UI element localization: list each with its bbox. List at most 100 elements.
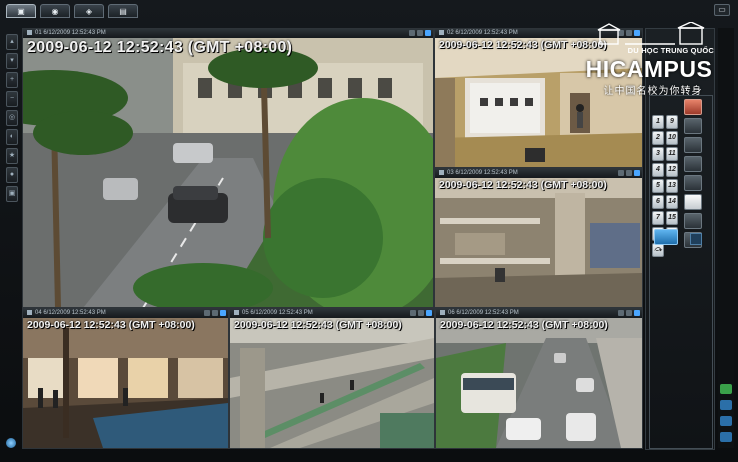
channel-button[interactable]: 7 (652, 211, 664, 225)
record-icon[interactable] (618, 170, 624, 176)
monitor-icon: ▣ (17, 6, 25, 16)
channel-button[interactable]: 1 (652, 115, 664, 129)
minimize-button[interactable]: ▭ (714, 4, 730, 16)
left-toolbar: ▴ ▾ + − ◎ ◐ ★ ● ▣ (6, 34, 18, 202)
channel-button[interactable]: 4 (652, 163, 664, 177)
camera-icon (27, 29, 32, 35)
record-icon[interactable] (409, 30, 415, 36)
atrium-scene (435, 178, 642, 307)
camera-tile-4[interactable]: 04 6/12/2009 12:52:43 PM 2009-06-12 12:5… (22, 308, 229, 449)
record-icon[interactable] (204, 310, 210, 316)
channel-button[interactable]: 10 (666, 131, 678, 145)
record-icon[interactable] (618, 310, 624, 316)
layout-4x4-button[interactable] (684, 213, 702, 229)
camera-title-bar: 06 6/12/2009 12:52:43 PM (436, 309, 642, 318)
camera-bar-label: 04 6/12/2009 12:52:43 PM (35, 310, 106, 316)
osd-timestamp: 2009-06-12 12:52:43 (GMT +08:00) (440, 319, 608, 331)
maximize-icon[interactable] (220, 310, 226, 316)
cycle-view-button[interactable] (654, 229, 678, 245)
network-icon[interactable] (720, 400, 732, 410)
channel-button[interactable]: 5 (652, 179, 664, 193)
tab-config[interactable]: ◈ (74, 4, 104, 18)
camera-bar-label: 05 6/12/2009 12:52:43 PM (242, 310, 313, 316)
help-icon[interactable] (720, 432, 732, 442)
maximize-icon[interactable] (634, 310, 640, 316)
audio-icon[interactable] (626, 170, 632, 176)
swap-arrow-icon[interactable]: ⤼ (652, 243, 664, 257)
view-tabs: ▣ ◉ ◈ ▤ (6, 4, 138, 18)
camera-icon (27, 309, 32, 315)
camera-icon (440, 309, 445, 315)
camera-bar-label: 03 6/12/2009 12:52:43 PM (447, 170, 518, 176)
config-icon: ◈ (85, 6, 93, 16)
tool-snapshot-icon[interactable]: ▣ (6, 186, 18, 202)
escalator-scene (230, 318, 434, 448)
watermark-slogan: 让中国名校为你转身 (603, 86, 703, 97)
playback-icon: ◉ (51, 6, 59, 16)
right-status-strip (718, 28, 734, 448)
tab-playback[interactable]: ◉ (40, 4, 70, 18)
audio-icon[interactable] (626, 310, 632, 316)
maximize-icon[interactable] (425, 30, 431, 36)
osd-timestamp: 2009-06-12 12:52:43 (GMT +08:00) (439, 179, 607, 191)
settings-icon[interactable] (720, 416, 732, 426)
layout-1plus5-button[interactable] (684, 175, 702, 191)
camera-title-bar: 03 6/12/2009 12:52:43 PM (435, 169, 642, 178)
watermark-subtitle: DU HỌC TRUNG QUỐC (627, 46, 714, 55)
tab-log[interactable]: ▤ (108, 4, 138, 18)
camera-bar-label: 01 6/12/2009 12:52:43 PM (35, 30, 106, 36)
channel-button[interactable]: 14 (666, 195, 678, 209)
tool-ptz-up-icon[interactable]: ▴ (6, 34, 18, 50)
status-globe-icon[interactable] (6, 438, 16, 448)
tile-controls (204, 310, 226, 316)
audio-icon[interactable] (417, 30, 423, 36)
osd-timestamp: 2009-06-12 12:52:43 (GMT +08:00) (27, 39, 293, 56)
camera-tile-5[interactable]: 05 6/12/2009 12:52:43 PM 2009-06-12 12:5… (229, 308, 435, 449)
camera-bar-label: 06 6/12/2009 12:52:43 PM (448, 310, 519, 316)
cctv-client-window: ▣ ◉ ◈ ▤ ▭ ▴ ▾ + − ◎ ◐ ★ ● ▣ 01 6/12/2009… (0, 0, 738, 462)
tool-zoom-in-icon[interactable]: + (6, 72, 18, 88)
tool-preset-icon[interactable]: ★ (6, 148, 18, 164)
audio-icon[interactable] (418, 310, 424, 316)
tool-ptz-down-icon[interactable]: ▾ (6, 53, 18, 69)
camera-title-bar: 04 6/12/2009 12:52:43 PM (23, 309, 228, 318)
tab-live-view[interactable]: ▣ (6, 4, 36, 18)
maximize-icon[interactable] (426, 310, 432, 316)
layout-3x3-button[interactable] (684, 156, 702, 172)
tile-controls (618, 310, 640, 316)
camera-tile-3[interactable]: 03 6/12/2009 12:52:43 PM 2009-06-12 12:5… (434, 168, 643, 308)
record-icon[interactable] (410, 310, 416, 316)
camera-tile-6[interactable]: 06 6/12/2009 12:52:43 PM 2009-06-12 12:5… (435, 308, 643, 449)
layout-buttons (684, 99, 702, 248)
channel-button[interactable]: 2 (652, 131, 664, 145)
maximize-icon[interactable] (634, 170, 640, 176)
layout-1x1-button[interactable] (684, 118, 702, 134)
channel-button[interactable]: 11 (666, 147, 678, 161)
camera-tile-1[interactable]: 01 6/12/2009 12:52:43 PM 2009-06-12 12:5… (22, 28, 434, 308)
channel-button[interactable]: 3 (652, 147, 664, 161)
watermark: DU HỌC TRUNG QUỐC HICAMPUS 让中国名校为你转身 (580, 22, 718, 102)
camera-title-bar: 01 6/12/2009 12:52:43 PM (23, 29, 433, 38)
tile-controls (618, 170, 640, 176)
camera-icon (234, 309, 239, 315)
layout-1plus7-button[interactable] (684, 194, 702, 210)
tool-record-icon[interactable]: ● (6, 167, 18, 183)
tool-zoom-out-icon[interactable]: − (6, 91, 18, 107)
tile-controls (410, 310, 432, 316)
channel-button[interactable]: 12 (666, 163, 678, 177)
tool-iris-icon[interactable]: ◐ (6, 129, 18, 145)
channel-button[interactable]: 9 (666, 115, 678, 129)
osd-timestamp: 2009-06-12 12:52:43 (GMT +08:00) (27, 319, 195, 331)
traffic-scene (436, 318, 642, 448)
fullscreen-icon[interactable] (690, 233, 702, 245)
camera-title-bar: 05 6/12/2009 12:52:43 PM (230, 309, 434, 318)
campus-gate-logo (597, 22, 705, 45)
layout-2x2-button[interactable] (684, 137, 702, 153)
channel-button[interactable]: 13 (666, 179, 678, 193)
tool-focus-icon[interactable]: ◎ (6, 110, 18, 126)
video-grid: 01 6/12/2009 12:52:43 PM 2009-06-12 12:5… (22, 28, 643, 449)
channel-button[interactable]: 6 (652, 195, 664, 209)
storage-icon[interactable] (720, 384, 732, 394)
audio-icon[interactable] (212, 310, 218, 316)
channel-button[interactable]: 15 (666, 211, 678, 225)
